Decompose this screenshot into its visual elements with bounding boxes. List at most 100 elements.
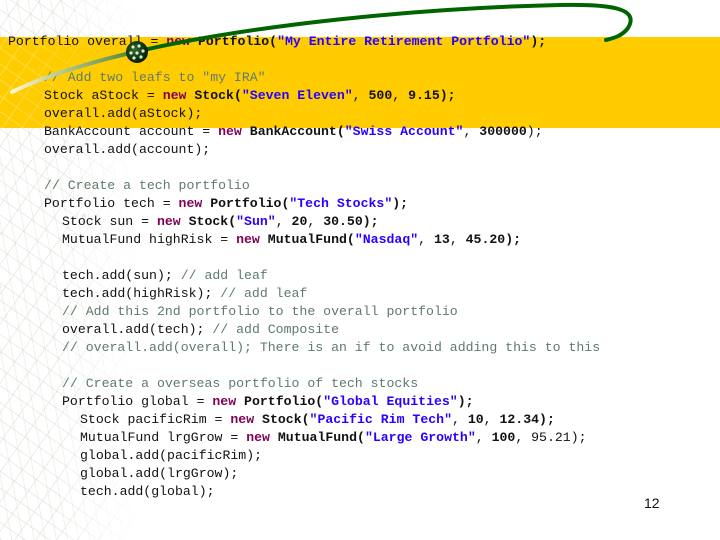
code-line: BankAccount account = new BankAccount("S… [44,123,543,141]
code-number: 10 [467,412,484,427]
code-string: "Tech Stocks" [289,196,393,211]
code-number: 20 [291,214,308,229]
code-line: Stock aStock = new Stock("Seven Eleven",… [44,87,456,105]
code-line: global.add(pacificRim); [80,447,262,465]
code-identifier: BankAccount( [249,124,345,139]
code-number: 500 [368,88,393,103]
code-text: global.add(pacificRim); [80,448,263,463]
code-identifier: Portfolio( [210,196,290,211]
code-identifier: Portfolio( [197,34,278,49]
code-text: , [307,214,324,229]
code-keyword: new [236,232,260,247]
code-string: "Swiss Account" [344,124,464,139]
code-text: Stock pacificRim = [80,412,231,427]
code-line: MutualFund highRisk = new MutualFund("Na… [62,231,521,249]
code-comment: // add leaf [220,286,308,301]
code-keyword: new [178,196,203,211]
code-identifier: MutualFund( [267,232,355,247]
code-text: , [449,232,466,247]
page-number: 12 [644,495,660,511]
code-text: overall.add(account); [44,142,211,157]
code-comment: // Add two leafs to "my IRA" [44,70,266,85]
code-identifier: Stock( [262,412,310,427]
code-text: ); [526,124,543,139]
code-line: tech.add(sun); // add leaf [62,267,268,285]
code-line: overall.add(account); [44,141,210,159]
code-text: Stock aStock = [44,88,163,103]
code-number: 12.34); [499,412,555,427]
code-text: , [475,430,492,445]
code-number: 45.20); [465,232,522,247]
code-keyword: new [162,88,187,103]
code-comment: // Add this 2nd portfolio to the overall… [62,304,458,319]
code-text: Portfolio overall = [8,34,167,49]
code-text: , [275,214,292,229]
code-identifier: Stock( [188,214,237,229]
code-line: overall.add(tech); // add Composite [62,321,339,339]
code-text: , [392,88,409,103]
code-text: BankAccount account = [44,124,219,139]
code-identifier: ); [530,34,547,49]
code-line: global.add(lrgGrow); [80,465,238,483]
code-string: "Sun" [236,214,276,229]
code-line: Portfolio global = new Portfolio("Global… [62,393,474,411]
code-text: Stock sun = [62,214,157,229]
code-text: overall.add(tech); [62,322,213,337]
code-text: , [483,412,500,427]
code-number: 100 [491,430,516,445]
code-string: "My Entire Retirement Portfolio" [277,34,531,49]
code-keyword: new [230,412,255,427]
code-line: Stock sun = new Stock("Sun", 20, 30.50); [62,213,379,231]
code-text: global.add(lrgGrow); [80,466,239,481]
code-comment: // Create a tech portfolio [44,178,250,193]
code-line: // Add two leafs to "my IRA" [44,69,266,87]
code-text: MutualFund highRisk = [62,232,237,247]
code-text: tech.add(highRisk); [62,286,221,301]
code-text: 95.21); [531,430,587,445]
code-number: 13 [433,232,450,247]
code-identifier: ); [457,394,474,409]
code-keyword: new [166,34,191,49]
code-identifier: Stock( [194,88,242,103]
code-line: Portfolio overall = new Portfolio("My En… [8,33,546,51]
code-identifier: ); [392,196,409,211]
code-line: tech.add(global); [80,483,215,501]
code-string: "Global Equities" [323,394,458,409]
code-number: 30.50); [323,214,379,229]
code-text: , [451,412,468,427]
code-string: "Pacific Rim Tech" [309,412,452,427]
code-comment: // overall.add(overall); There is an if … [62,340,601,355]
code-keyword: new [212,394,237,409]
code-keyword: new [218,124,242,139]
code-comment: // add Composite [212,322,339,337]
code-number: 300000 [479,124,527,139]
code-text: , [463,124,480,139]
code-text: tech.add(global); [80,484,215,499]
code-line: // Create a tech portfolio [44,177,250,195]
code-text: MutualFund lrgGrow = [80,430,247,445]
code-text: Portfolio global = [62,394,213,409]
code-identifier: Portfolio( [244,394,324,409]
code-text: Portfolio tech = [44,196,179,211]
code-keyword: new [156,214,181,229]
code-line: tech.add(highRisk); // add leaf [62,285,307,303]
code-text: , [352,88,369,103]
code-line: // overall.add(overall); There is an if … [62,339,600,357]
code-number: 9.15); [408,88,456,103]
code-string: "Large Growth" [364,430,476,445]
code-keyword: new [246,430,270,445]
code-line: Stock pacificRim = new Stock("Pacific Ri… [80,411,555,429]
code-line: MutualFund lrgGrow = new MutualFund("Lar… [80,429,587,447]
code-comment: // Create a overseas portfolio of tech s… [62,376,419,391]
code-identifier: MutualFund( [277,430,365,445]
code-line: overall.add(aStock); [44,105,202,123]
code-line: // Create a overseas portfolio of tech s… [62,375,418,393]
code-text: overall.add(aStock); [44,106,203,121]
